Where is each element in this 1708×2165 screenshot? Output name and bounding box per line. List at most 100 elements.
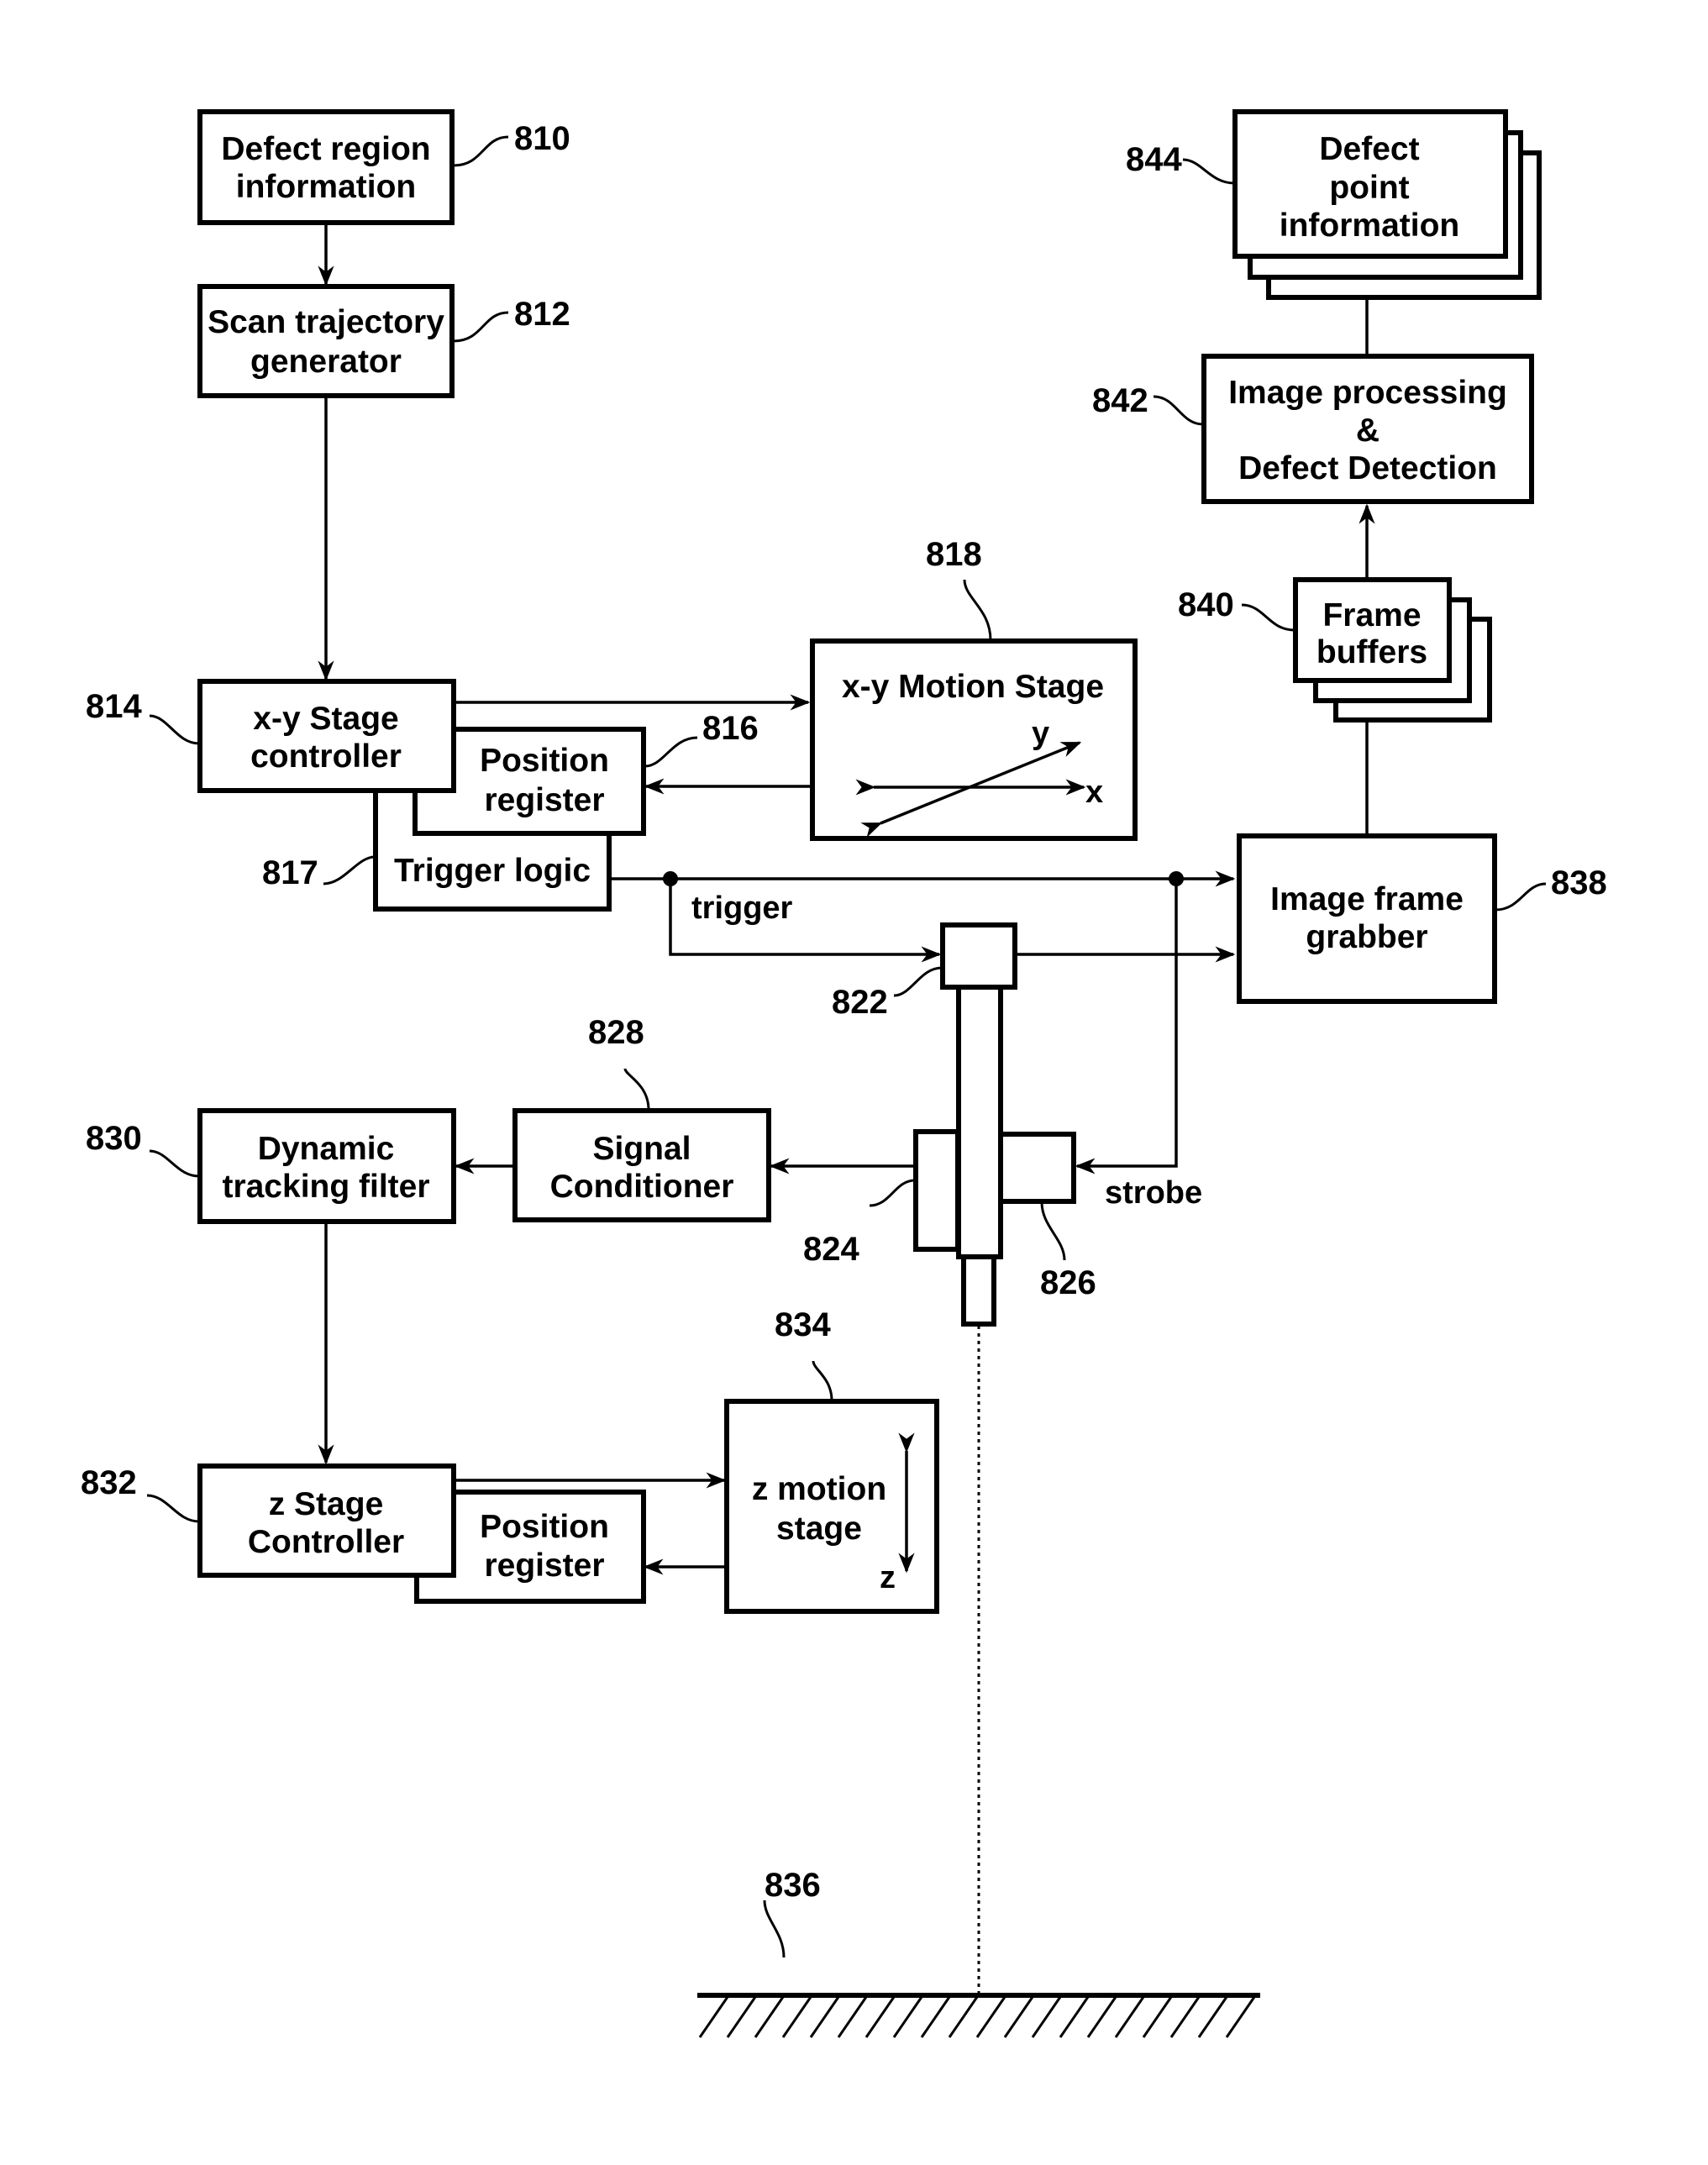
- block-label-line: z motion: [752, 1471, 886, 1507]
- frame-buffers-block: Frame buffers: [1293, 577, 1492, 723]
- hatch-mark: [892, 1996, 923, 2038]
- leader-line: [644, 736, 698, 768]
- image-processing-block: Image processing & Defect Detection: [1201, 354, 1534, 504]
- hatch-mark: [1003, 1996, 1034, 2038]
- scan-trajectory-generator-block: Scan trajectory generator: [197, 284, 455, 398]
- block-label-line: Defect Detection: [1238, 450, 1497, 486]
- block-label-line: information: [236, 169, 416, 205]
- block-label-line: Scan trajectory: [208, 304, 444, 340]
- leader-line: [1153, 395, 1204, 426]
- ref-840: 840: [1178, 586, 1234, 623]
- hatch-mark: [1086, 1996, 1117, 2038]
- ref-822: 822: [832, 984, 888, 1021]
- block-label-line: Controller: [248, 1524, 404, 1560]
- leader-line: [453, 135, 509, 167]
- leader-line: [453, 311, 509, 343]
- hatch-mark: [865, 1996, 896, 2038]
- ref-832: 832: [81, 1464, 137, 1501]
- block-label-line: point: [1329, 170, 1409, 206]
- hatch-mark: [1197, 1996, 1228, 2038]
- block-label-line: tracking filter: [222, 1169, 429, 1205]
- dynamic-tracking-filter-block: Dynamic tracking filter: [197, 1108, 456, 1224]
- strobe-signal-label: strobe: [1105, 1175, 1202, 1211]
- defect-point-information-block: Defect point information: [1232, 109, 1542, 300]
- hatch-mark: [781, 1996, 812, 2038]
- hatch-mark: [975, 1996, 1006, 2038]
- block-label-line: Position: [480, 743, 609, 779]
- leader-line: [149, 1149, 200, 1178]
- ref-818: 818: [926, 536, 982, 573]
- block-label-line: information: [1280, 208, 1459, 244]
- surface-hatching: [698, 1996, 1256, 2038]
- x-axis-label: x: [1085, 775, 1103, 810]
- trigger-signal-label: trigger: [691, 891, 793, 926]
- hatch-mark: [1225, 1996, 1256, 2038]
- block-label-line: x-y Stage: [253, 701, 398, 737]
- block-label-line: z Stage: [269, 1486, 384, 1522]
- block-label-line: stage: [776, 1511, 862, 1547]
- signal-conditioner-block: Signal Conditioner: [512, 1108, 771, 1222]
- leader-line: [893, 966, 943, 997]
- block-label-line: Defect: [1319, 131, 1419, 167]
- leader-line: [1241, 603, 1295, 632]
- ref-817: 817: [262, 854, 318, 891]
- leader-line: [149, 714, 200, 745]
- ref-816: 816: [702, 710, 759, 747]
- ref-812: 812: [514, 296, 570, 333]
- block-label-line: grabber: [1306, 919, 1427, 955]
- z-axis-label: z: [880, 1560, 896, 1595]
- sensor-column: [956, 983, 1003, 1259]
- block-label-line: register: [484, 1548, 604, 1584]
- defect-region-information-block: Defect region information: [197, 109, 455, 225]
- strobe-line: [1075, 879, 1178, 1174]
- hatch-mark: [1169, 1996, 1201, 2038]
- hatch-mark: [809, 1996, 840, 2038]
- ref-834: 834: [775, 1306, 831, 1343]
- ref-824: 824: [803, 1231, 859, 1268]
- leader-line: [1040, 1201, 1066, 1261]
- xy-stage-controller-block: x-y Stage controller: [197, 679, 456, 793]
- hatch-mark: [1114, 1996, 1145, 2038]
- block-label-line: &: [1356, 413, 1380, 449]
- leader-line: [1182, 158, 1235, 185]
- block-label-line: Image processing: [1228, 375, 1507, 411]
- ref-844: 844: [1126, 141, 1182, 178]
- leader-line: [146, 1494, 200, 1523]
- leader-line: [1495, 882, 1547, 912]
- sensor-824-block: [913, 1129, 960, 1252]
- surface-ground: [697, 1993, 1260, 2038]
- hatch-mark: [754, 1996, 785, 2038]
- block-diagram: Defect region information 810 Scan traje…: [81, 109, 1607, 2038]
- ref-830: 830: [86, 1120, 142, 1157]
- leader-line: [812, 1360, 833, 1401]
- leader-line: [963, 579, 992, 641]
- leader-line: [623, 1068, 650, 1111]
- block-label-line: x-y Motion Stage: [842, 669, 1104, 705]
- hatch-mark: [920, 1996, 951, 2038]
- block-label-line: Trigger logic: [394, 853, 591, 889]
- sensor-822-head: [940, 922, 1017, 990]
- block-label-line: generator: [250, 344, 402, 380]
- ref-838: 838: [1551, 864, 1607, 901]
- hatch-mark: [1059, 1996, 1090, 2038]
- block-label-line: Defect region: [221, 131, 430, 167]
- hatch-mark: [726, 1996, 757, 2038]
- ref-828: 828: [588, 1014, 644, 1051]
- block-label-line: Signal: [592, 1131, 691, 1167]
- block-label-line: buffers: [1316, 634, 1427, 670]
- leader-line: [869, 1179, 916, 1207]
- z-motion-stage-block: z motion stage z: [724, 1399, 939, 1614]
- z-stage-controller-block: z Stage Controller: [197, 1463, 456, 1578]
- ref-842: 842: [1092, 382, 1148, 419]
- ref-810: 810: [514, 120, 570, 157]
- block-label-line: Conditioner: [550, 1169, 734, 1205]
- block-label-line: controller: [250, 738, 402, 775]
- hatch-mark: [948, 1996, 979, 2038]
- ref-836: 836: [765, 1867, 821, 1904]
- leader-line: [763, 1900, 786, 1958]
- hatch-mark: [698, 1996, 729, 2038]
- ref-814: 814: [86, 688, 142, 725]
- hatch-mark: [1031, 1996, 1062, 2038]
- sensor-tip: [961, 1254, 996, 1327]
- ref-826: 826: [1040, 1264, 1096, 1301]
